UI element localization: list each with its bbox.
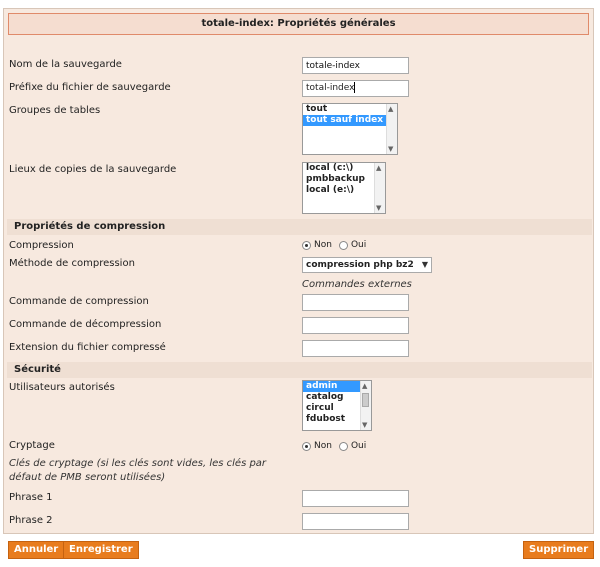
users-scrollbar[interactable]: ▲ ▼ <box>360 381 371 430</box>
panel-title: totale-index: Propriétés générales <box>8 13 589 35</box>
encryption-no-radio[interactable] <box>302 441 311 451</box>
copy-locations-label: Lieux de copies de la sauvegarde <box>9 164 177 175</box>
scroll-up-icon[interactable]: ▲ <box>376 164 381 172</box>
copy-locations-list[interactable]: local (c:\) pmbbackup local (e:\) ▲ ▼ <box>302 162 386 214</box>
compression-label: Compression <box>9 240 74 251</box>
file-prefix-input[interactable]: total-index <box>302 80 409 97</box>
copy-location-option[interactable]: local (e:\) <box>303 185 385 196</box>
compression-radio-group: Non Oui <box>302 240 366 250</box>
table-group-option-selected[interactable]: tout sauf index <box>303 115 397 126</box>
table-group-option[interactable]: tout <box>303 104 397 115</box>
compression-section-header: Propriétés de compression <box>7 219 592 235</box>
scroll-up-icon[interactable]: ▲ <box>362 382 367 390</box>
save-button[interactable]: Enregistrer <box>63 541 139 559</box>
encryption-keys-note-line2: défaut de PMB seront utilisées) <box>9 472 166 483</box>
table-groups-list[interactable]: tout tout sauf index ▲ ▼ <box>302 103 398 155</box>
encryption-radio-group: Non Oui <box>302 441 366 451</box>
general-properties-panel: totale-index: Propriétés générales Nom d… <box>3 8 594 534</box>
backup-name-input[interactable] <box>302 57 409 74</box>
copy-locations-scrollbar[interactable]: ▲ ▼ <box>374 163 385 213</box>
scroll-down-icon[interactable]: ▼ <box>362 421 367 429</box>
compressed-extension-label: Extension du fichier compressé <box>9 342 166 353</box>
compression-no-label: Non <box>314 240 332 250</box>
table-groups-label: Groupes de tables <box>9 105 101 116</box>
phrase1-label: Phrase 1 <box>9 492 53 503</box>
encryption-yes-label: Oui <box>350 441 367 451</box>
decompress-command-input[interactable] <box>302 317 409 334</box>
security-section-header: Sécurité <box>7 362 592 378</box>
compression-yes-label: Oui <box>350 240 367 250</box>
phrase1-input[interactable] <box>302 490 409 507</box>
compress-command-input[interactable] <box>302 294 409 311</box>
encryption-keys-note-line1: Clés de cryptage (si les clés sont vides… <box>9 458 267 469</box>
scroll-up-icon[interactable]: ▲ <box>388 105 393 113</box>
file-prefix-value: total-index <box>306 83 355 93</box>
compression-method-select[interactable]: compression php bz2 ▼ <box>302 257 432 273</box>
cancel-button[interactable]: Annuler <box>8 541 65 559</box>
compression-no-radio[interactable] <box>302 240 311 250</box>
decompress-command-label: Commande de décompression <box>9 319 162 330</box>
encryption-no-label: Non <box>314 441 332 451</box>
compression-method-label: Méthode de compression <box>9 258 135 269</box>
external-commands-caption: Commandes externes <box>302 279 412 290</box>
phrase2-label: Phrase 2 <box>9 515 53 526</box>
copy-location-option[interactable]: local (c:\) <box>303 163 385 174</box>
table-groups-scrollbar[interactable]: ▲ ▼ <box>386 104 397 154</box>
scroll-down-icon[interactable]: ▼ <box>388 145 393 153</box>
backup-name-label: Nom de la sauvegarde <box>9 59 122 70</box>
copy-location-option[interactable]: pmbbackup <box>303 174 385 185</box>
encryption-yes-radio[interactable] <box>338 441 348 451</box>
authorized-users-list[interactable]: admin catalog circul fdubost ▲ ▼ <box>302 380 372 431</box>
phrase2-input[interactable] <box>302 513 409 530</box>
scrollbar-thumb[interactable] <box>362 393 369 407</box>
encryption-label: Cryptage <box>9 440 55 451</box>
delete-button[interactable]: Supprimer <box>523 541 595 559</box>
compression-yes-radio[interactable] <box>338 240 348 250</box>
authorized-users-label: Utilisateurs autorisés <box>9 382 115 393</box>
file-prefix-label: Préfixe du fichier de sauvegarde <box>9 82 171 93</box>
compressed-extension-input[interactable] <box>302 340 409 357</box>
scroll-down-icon[interactable]: ▼ <box>376 204 381 212</box>
text-cursor <box>354 82 356 93</box>
chevron-down-icon: ▼ <box>421 260 428 269</box>
compression-method-value: compression php bz2 <box>306 260 414 270</box>
compress-command-label: Commande de compression <box>9 296 149 307</box>
